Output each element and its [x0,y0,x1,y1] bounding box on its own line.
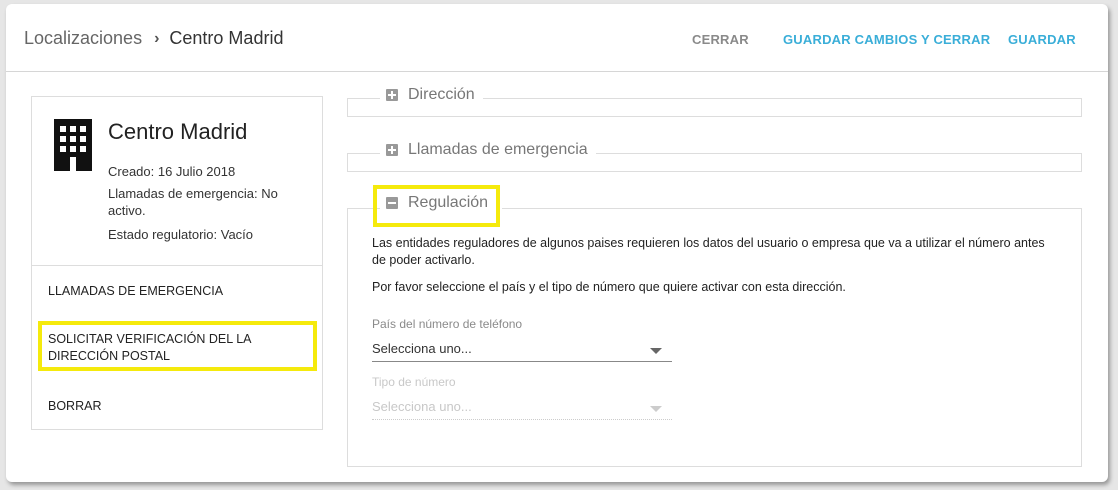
location-card: Centro Madrid Creado: 16 Julio 2018 Llam… [31,96,323,430]
dropdown-arrow-icon [650,406,662,412]
breadcrumb-current: Centro Madrid [169,28,284,48]
dropdown-arrow-icon [650,348,662,354]
regulatory-status: Estado regulatorio: Vacío [108,227,254,242]
emergency-section-toggle[interactable]: Llamadas de emergencia [380,141,596,159]
plus-icon [386,144,398,156]
menu-item-delete[interactable]: BORRAR [48,398,101,415]
save-and-close-button[interactable]: GUARDAR CAMBIOS Y CERRAR [783,32,990,47]
location-name: Centro Madrid [108,119,248,144]
country-select[interactable]: Selecciona uno... [372,338,672,362]
breadcrumb: Localizaciones › Centro Madrid [24,28,283,49]
breadcrumb-root[interactable]: Localizaciones [24,28,142,49]
page-header: Localizaciones › Centro Madrid CERRAR GU… [6,4,1108,72]
emergency-section-title: Llamadas de emergencia [408,141,588,158]
building-icon [54,119,92,171]
regulation-description: Las entidades reguladores de algunos pai… [372,236,1045,267]
created-date: Creado: 16 Julio 2018 [108,164,236,179]
regulation-instruction: Por favor seleccione el país y el tipo d… [372,280,846,294]
chevron-right-icon: › [154,29,160,47]
number-type-select-value: Selecciona uno... [372,399,472,414]
address-section-title: Dirección [408,86,475,103]
country-select-value: Selecciona uno... [372,341,472,356]
menu-item-emergency-calls[interactable]: LLAMADAS DE EMERGENCIA [48,283,223,300]
close-button[interactable]: CERRAR [692,32,749,47]
highlight-box-regulation [373,185,500,227]
address-section-toggle[interactable]: Dirección [380,86,483,104]
number-type-select[interactable]: Selecciona uno... [372,396,672,420]
app-window: Localizaciones › Centro Madrid CERRAR GU… [6,4,1108,482]
country-label: País del número de teléfono [372,317,523,331]
highlight-box-verification [38,321,317,371]
card-divider [32,265,322,266]
emergency-status: Llamadas de emergencia: No activo. [108,186,278,218]
save-button[interactable]: GUARDAR [1008,32,1076,47]
number-type-label: Tipo de número [372,375,456,389]
plus-icon [386,89,398,101]
